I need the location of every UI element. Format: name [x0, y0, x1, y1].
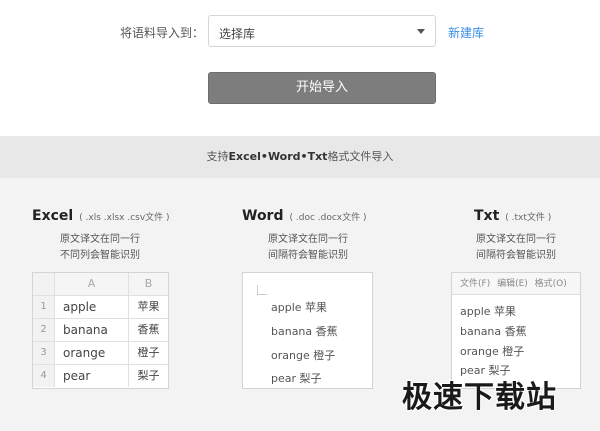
target-cell: 香蕉	[137, 323, 160, 336]
new-library-link[interactable]: 新建库	[448, 24, 484, 41]
row-number: 1	[33, 296, 55, 318]
excel-sample-grid: A B 1 apple 苹果 2 banana 香蕉 3 orange 橙子 4…	[32, 272, 169, 389]
excel-desc-line2: 不同列会智能识别	[60, 250, 140, 261]
word-desc-line2: 间隔符会智能识别	[268, 250, 348, 261]
import-panel: 将语料导入到： 选择库 新建库 开始导入	[0, 0, 600, 136]
library-select-value: 选择库	[219, 27, 256, 41]
excel-description: 原文译文在同一行 不同列会智能识别	[60, 232, 140, 264]
source-cell: orange	[55, 342, 129, 364]
source-cell: pear	[55, 365, 129, 387]
txt-line: orange 橙子	[460, 345, 525, 358]
banner-suffix: 格式文件导入	[327, 150, 394, 163]
word-title-text: Word	[242, 208, 284, 224]
txt-desc-line1: 原文译文在同一行	[476, 234, 556, 245]
row-number: 2	[33, 319, 55, 341]
caret-down-icon	[417, 29, 425, 34]
supported-formats-banner: 支持Excel•Word•Txt格式文件导入	[0, 136, 600, 178]
txt-line: apple 苹果	[460, 305, 517, 318]
word-line: orange 橙子	[271, 349, 336, 362]
excel-extensions: ( .xls .xlsx .csv文件 )	[79, 213, 170, 223]
word-sample-document: apple 苹果 banana 香蕉 orange 橙子 pear 梨子	[242, 272, 373, 389]
start-import-button[interactable]: 开始导入	[208, 72, 436, 104]
txt-title-text: Txt	[474, 208, 500, 224]
banner-prefix: 支持	[206, 150, 229, 163]
row-number: 3	[33, 342, 55, 364]
txt-description: 原文译文在同一行 间隔符会智能识别	[476, 232, 556, 264]
word-line: apple 苹果	[271, 301, 328, 314]
target-cell: 苹果	[137, 300, 160, 313]
excel-col-b-header: B	[144, 277, 153, 290]
table-row: 2 banana 香蕉	[33, 318, 168, 341]
page-corner-icon	[257, 285, 267, 295]
txt-extensions: ( .txt文件 )	[505, 213, 552, 223]
table-row: 1 apple 苹果	[33, 295, 168, 318]
menu-format: 格式(O)	[534, 279, 567, 289]
word-line: pear 梨子	[271, 372, 322, 385]
target-cell: 橙子	[137, 346, 160, 359]
word-extensions: ( .doc .docx文件 )	[289, 213, 367, 223]
notepad-menu-bar: 文件(F) 编辑(E) 格式(O)	[452, 273, 580, 295]
excel-title: Excel ( .xls .xlsx .csv文件 )	[32, 208, 170, 224]
menu-edit: 编辑(E)	[497, 279, 528, 289]
word-line: banana 香蕉	[271, 325, 338, 338]
import-target-label: 将语料导入到：	[120, 26, 205, 40]
excel-corner-cell	[33, 273, 55, 295]
row-number: 4	[33, 365, 55, 387]
excel-desc-line1: 原文译文在同一行	[60, 234, 140, 245]
word-description: 原文译文在同一行 间隔符会智能识别	[268, 232, 348, 264]
site-watermark: 极速下载站	[402, 380, 557, 415]
banner-formats: Excel•Word•Txt	[228, 150, 328, 163]
excel-col-a-header: A	[55, 273, 129, 295]
library-select[interactable]: 选择库	[208, 15, 436, 47]
excel-header-row: A B	[33, 273, 168, 295]
txt-title: Txt ( .txt文件 )	[474, 208, 551, 224]
target-cell: 梨子	[137, 369, 160, 382]
source-cell: apple	[55, 296, 129, 318]
excel-title-text: Excel	[32, 208, 74, 224]
menu-file: 文件(F)	[460, 279, 491, 289]
table-row: 3 orange 橙子	[33, 341, 168, 364]
txt-desc-line2: 间隔符会智能识别	[476, 250, 556, 261]
source-cell: banana	[55, 319, 129, 341]
table-row: 4 pear 梨子	[33, 364, 168, 387]
word-title: Word ( .doc .docx文件 )	[242, 208, 367, 224]
word-desc-line1: 原文译文在同一行	[268, 234, 348, 245]
txt-line: banana 香蕉	[460, 325, 527, 338]
